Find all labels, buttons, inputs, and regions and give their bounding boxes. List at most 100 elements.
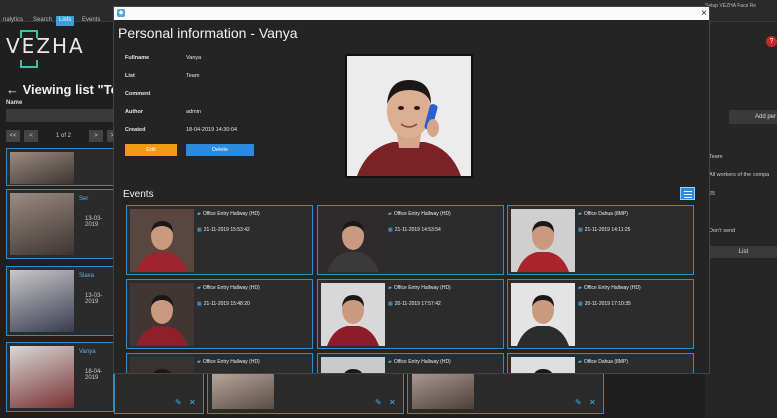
camera-icon: ▰ bbox=[197, 359, 201, 365]
delete-icon[interactable]: ✕ bbox=[589, 398, 596, 407]
calendar-icon: ▦ bbox=[197, 301, 202, 307]
edit-icon[interactable]: ✎ bbox=[175, 398, 182, 407]
event-camera: ▰ Office Entry Hallway (HD) bbox=[388, 285, 451, 291]
person-card[interactable]: ✎ ✕ bbox=[114, 370, 204, 414]
tab-lists[interactable]: Lists bbox=[56, 16, 75, 26]
list-description-value: All workers of the compa bbox=[709, 172, 770, 178]
person-photo bbox=[345, 54, 473, 178]
event-snapshot bbox=[130, 283, 194, 346]
right-top-tabs[interactable]: Setup VEZHA Face Re bbox=[705, 3, 756, 9]
event-datetime: 20-11-2019 17:57:42 bbox=[394, 301, 441, 307]
event-camera: ▰ Office Entry Hallway (HD) bbox=[197, 359, 260, 365]
event-card[interactable]: ▰Office Dahua (8MP)▦ bbox=[507, 353, 694, 373]
person-card[interactable]: Ser 13-03-2019 bbox=[6, 189, 114, 259]
camera-icon: ▰ bbox=[388, 359, 392, 365]
person-thumbnail bbox=[10, 346, 74, 408]
event-card[interactable]: ▰ Office Dahua (8MP) ▦ 21-11-2019 14:11:25 bbox=[507, 205, 694, 275]
page-indicator: 1 of 2 bbox=[56, 133, 72, 139]
first-page-button[interactable]: << bbox=[6, 130, 20, 142]
name-filter-label: Name bbox=[6, 100, 23, 106]
delete-button[interactable]: Delete bbox=[186, 144, 254, 156]
person-thumbnail bbox=[412, 373, 474, 409]
event-camera: ▰ Office Dahua (8MP) bbox=[578, 211, 628, 217]
event-camera-name: Office Entry Hallway (HD) bbox=[393, 211, 451, 217]
event-camera: ▰ Office Entry Hallway (HD) bbox=[197, 285, 260, 291]
event-camera: ▰ Office Dahua (8MP) bbox=[578, 359, 628, 365]
person-card[interactable]: ✎ ✕ bbox=[407, 370, 604, 414]
person-card[interactable]: Vanya 18-04-2019 bbox=[6, 342, 114, 412]
camera-icon: ▰ bbox=[578, 285, 582, 291]
edit-icon[interactable]: ✎ bbox=[575, 398, 582, 407]
event-camera-name: Office Entry Hallway (HD) bbox=[393, 359, 451, 365]
event-time: ▦ 21-11-2019 15:53:42 bbox=[197, 227, 250, 233]
person-name: Vanya bbox=[79, 349, 96, 355]
event-time: ▦ 21-11-2019 15:48:20 bbox=[197, 301, 250, 307]
delete-icon[interactable]: ✕ bbox=[189, 398, 196, 407]
camera-icon: ▰ bbox=[578, 211, 582, 217]
created-label: Created bbox=[125, 127, 146, 133]
list-value: Team bbox=[186, 73, 200, 79]
event-time: ▦ 21-11-2019 14:53:54 bbox=[388, 227, 441, 233]
tab-analytics[interactable]: nalytics bbox=[0, 16, 26, 26]
name-filter-input[interactable] bbox=[6, 109, 114, 122]
event-datetime: 21-11-2019 14:11:25 bbox=[584, 227, 631, 233]
event-camera-name: Office Dahua (8MP) bbox=[583, 211, 628, 217]
person-card[interactable]: ✎ ✕ bbox=[207, 370, 404, 414]
person-date: 13-03-2019 bbox=[85, 216, 103, 228]
list-button[interactable]: List bbox=[710, 246, 777, 258]
event-card[interactable]: ▰ Office Entry Hallway (HD) ▦ 21-11-2019 14… bbox=[317, 205, 504, 275]
person-thumbnail bbox=[10, 152, 74, 184]
event-datetime: 21-11-2019 14:53:54 bbox=[394, 227, 441, 233]
camera-icon: ▰ bbox=[388, 285, 392, 291]
delete-icon[interactable]: ✕ bbox=[389, 398, 396, 407]
event-camera: ▰ Office Entry Hallway (HD) bbox=[197, 211, 260, 217]
event-snapshot bbox=[321, 209, 385, 272]
calendar-icon: ▦ bbox=[388, 227, 393, 233]
notification-badge[interactable]: ? bbox=[766, 36, 777, 47]
person-date: 13-03-2019 bbox=[85, 293, 103, 305]
event-camera-name: Office Entry Hallway (HD) bbox=[202, 359, 260, 365]
tab-search[interactable]: Search bbox=[30, 16, 55, 26]
person-name: Slava bbox=[79, 273, 95, 279]
event-card[interactable]: ▰ Office Entry Hallway (HD) ▦ 21-11-2019 15… bbox=[126, 205, 313, 275]
list-label: List bbox=[125, 73, 135, 79]
event-snapshot bbox=[511, 209, 575, 272]
edit-icon[interactable]: ✎ bbox=[375, 398, 382, 407]
event-datetime: 20-11-2019 17:10:35 bbox=[584, 301, 631, 307]
person-card[interactable] bbox=[6, 148, 114, 186]
dialog-title: Personal information - Vanya bbox=[118, 25, 298, 41]
prev-page-button[interactable]: < bbox=[24, 130, 38, 142]
author-label: Author bbox=[125, 109, 144, 115]
event-card[interactable]: ▰ Office Entry Hallway (HD) ▦ 20-11-2019 17… bbox=[317, 279, 504, 349]
event-card[interactable]: ▰Office Entry Hallway (HD)▦ bbox=[126, 353, 313, 373]
camera-icon: ▰ bbox=[197, 285, 201, 291]
person-thumbnail bbox=[10, 193, 74, 255]
event-card[interactable]: ▰ Office Entry Hallway (HD) ▦ 20-11-2019 17… bbox=[507, 279, 694, 349]
person-card[interactable]: Slava 13-03-2019 bbox=[6, 266, 114, 336]
pager: << < 1 of 2 > >> bbox=[6, 130, 122, 142]
next-page-button[interactable]: > bbox=[89, 130, 104, 142]
event-time: ▦ 20-11-2019 17:57:42 bbox=[388, 301, 441, 307]
author-value: admin bbox=[186, 109, 201, 115]
event-datetime: 21-11-2019 15:48:20 bbox=[203, 301, 250, 307]
event-camera-name: Office Entry Hallway (HD) bbox=[202, 211, 260, 217]
person-thumbnail bbox=[212, 373, 274, 409]
event-card[interactable]: ▰Office Entry Hallway (HD)▦ bbox=[317, 353, 504, 373]
event-card[interactable]: ▰ Office Entry Hallway (HD) ▦ 21-11-2019 15… bbox=[126, 279, 313, 349]
event-camera: ▰ Office Entry Hallway (HD) bbox=[388, 359, 451, 365]
view-toggle-icon[interactable] bbox=[680, 187, 695, 200]
notification-setting-value: Don't send bbox=[709, 228, 736, 234]
edit-button[interactable]: Edit bbox=[125, 144, 177, 156]
tab-events[interactable]: Events bbox=[79, 16, 103, 26]
event-camera-name: Office Entry Hallway (HD) bbox=[202, 285, 260, 291]
events-heading: Events bbox=[123, 189, 154, 200]
calendar-icon: ▦ bbox=[578, 227, 583, 233]
list-name-value: Team bbox=[709, 154, 723, 160]
event-snapshot bbox=[130, 357, 194, 373]
comment-label: Comment bbox=[125, 91, 151, 97]
event-snapshot bbox=[321, 357, 385, 373]
logo-bracket-bottom bbox=[20, 60, 38, 68]
close-icon[interactable]: × bbox=[701, 7, 707, 20]
add-person-button[interactable]: Add per bbox=[729, 110, 777, 124]
event-camera-name: Office Entry Hallway (HD) bbox=[583, 285, 641, 291]
